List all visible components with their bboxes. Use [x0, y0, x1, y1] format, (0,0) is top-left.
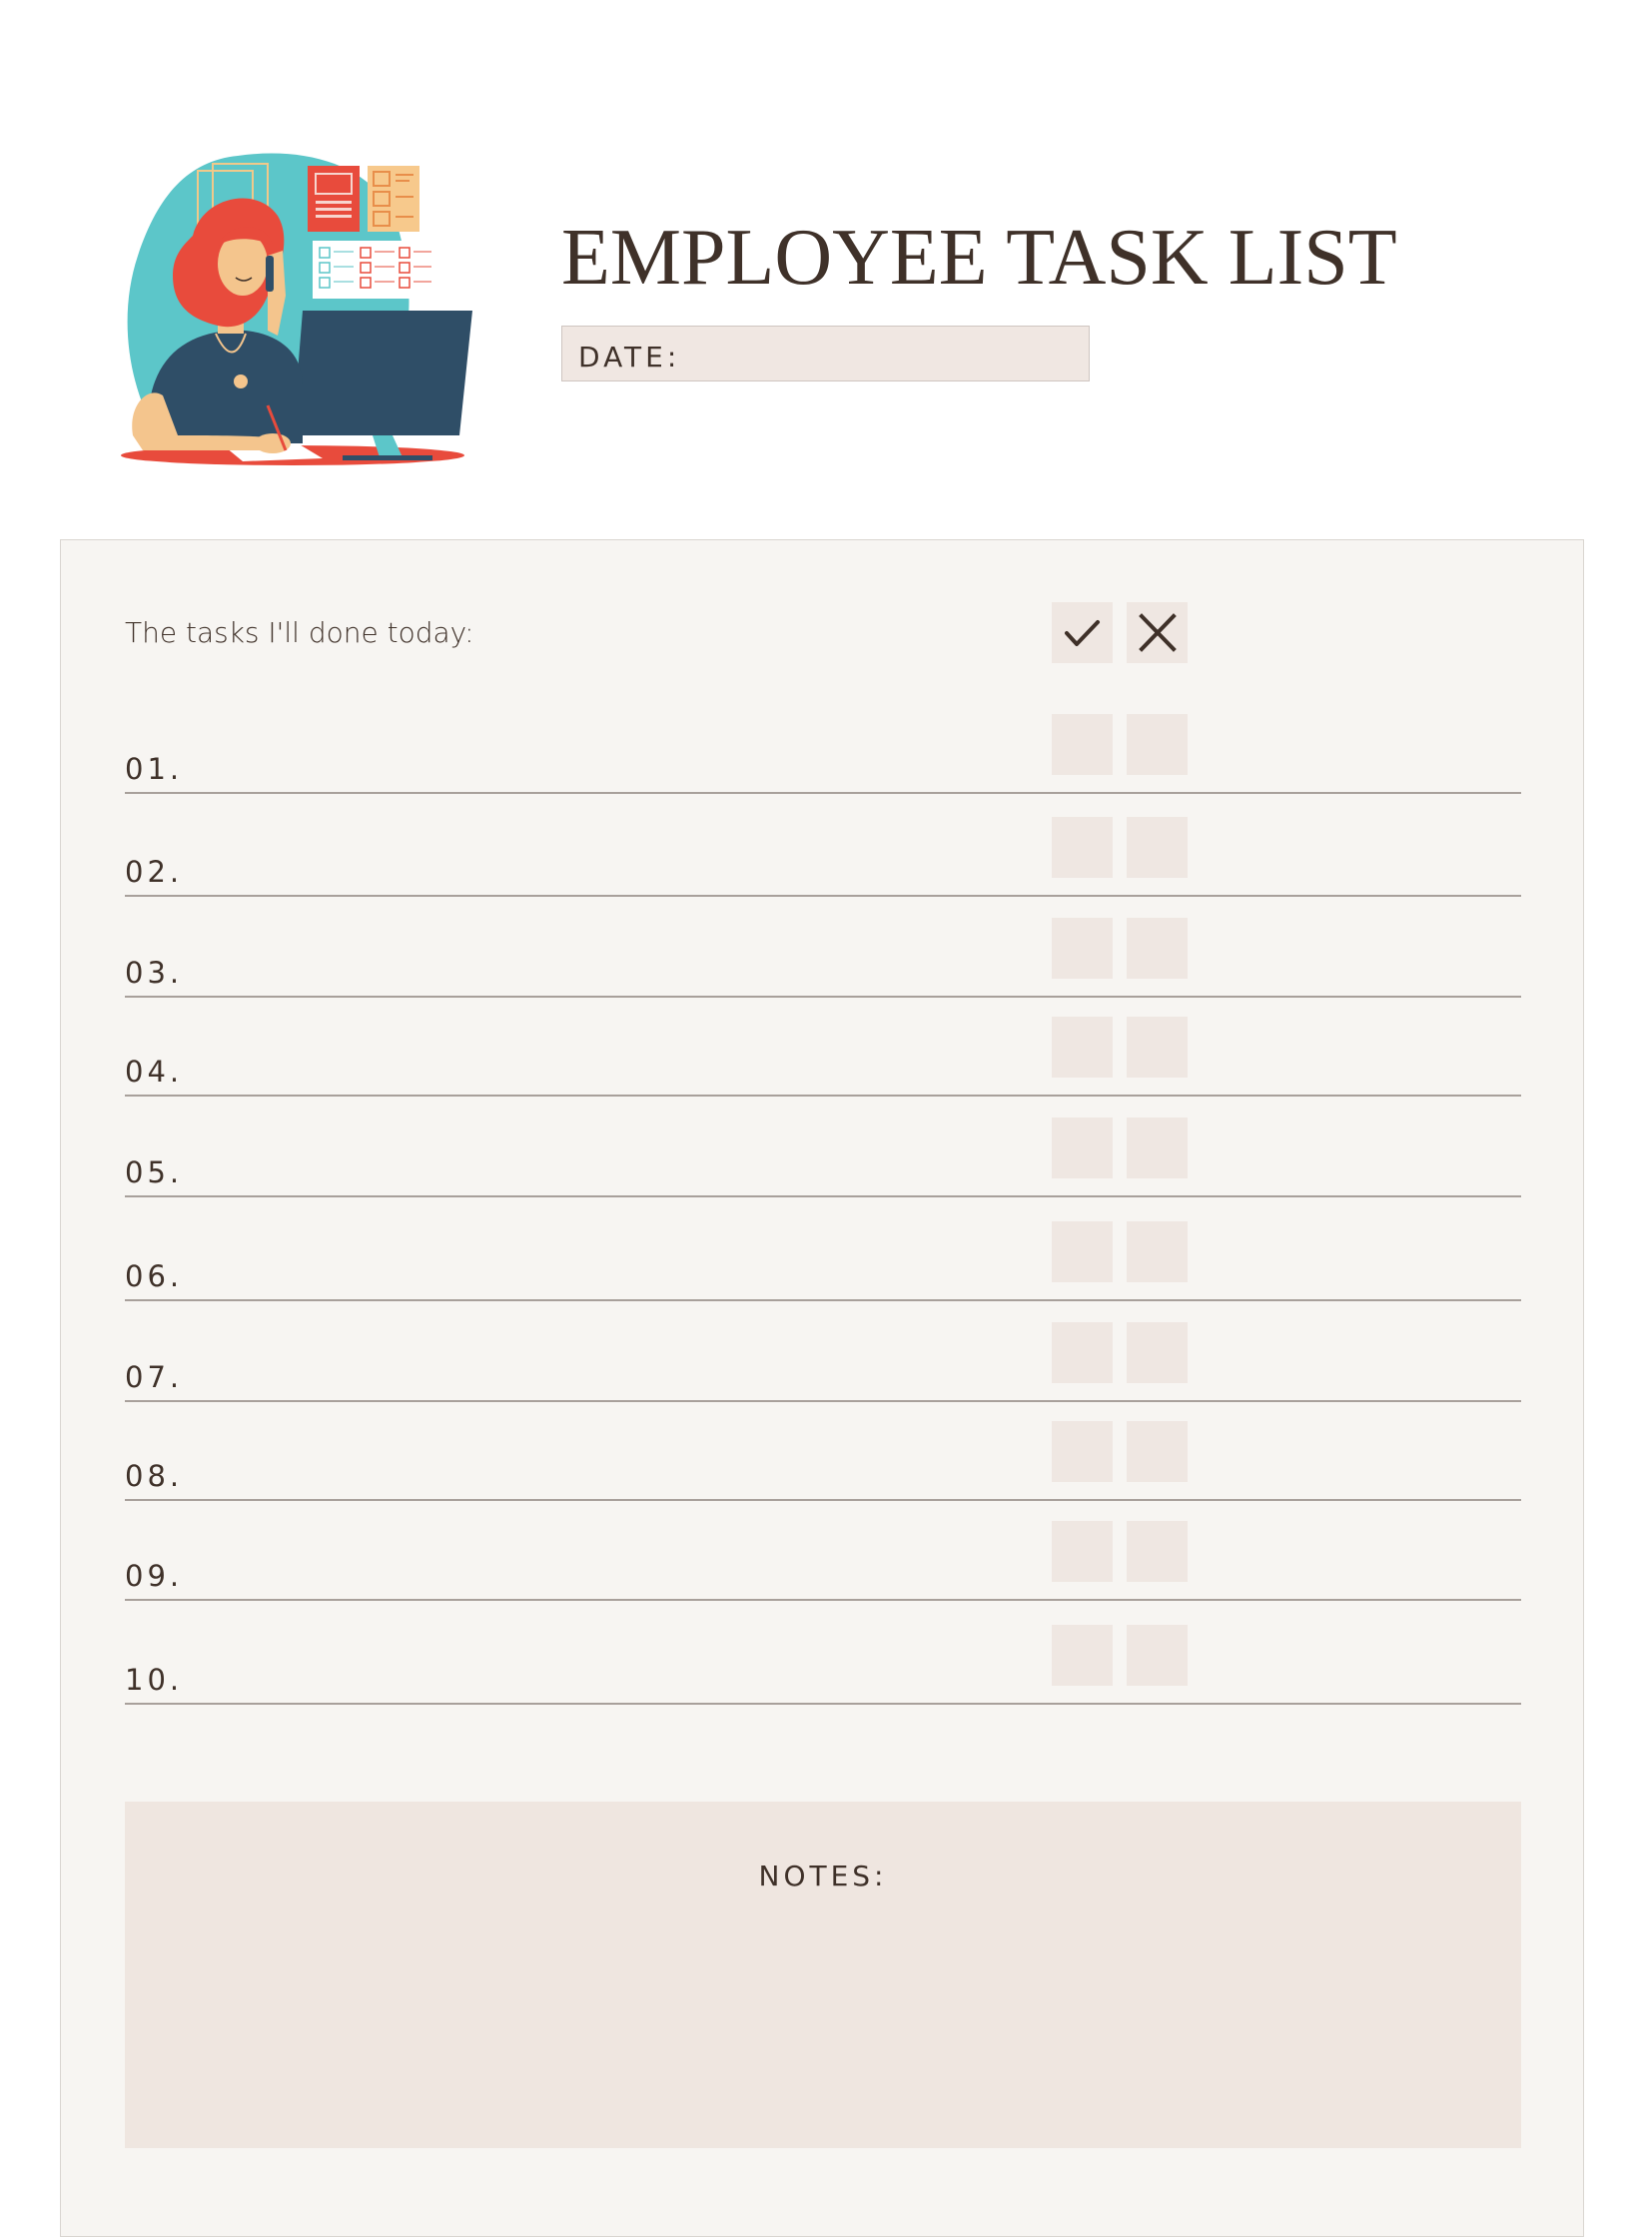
task-line[interactable] [125, 1400, 1521, 1402]
task-line[interactable] [125, 1703, 1521, 1705]
not-done-checkbox[interactable] [1127, 1118, 1188, 1178]
task-line[interactable] [125, 1599, 1521, 1601]
date-field[interactable]: DATE: [561, 326, 1090, 381]
task-row: 03. [125, 918, 1521, 998]
not-done-checkbox[interactable] [1127, 1221, 1188, 1282]
task-number: 08. [125, 1459, 184, 1493]
done-checkbox[interactable] [1052, 1118, 1113, 1178]
not-done-column-header [1127, 602, 1188, 663]
not-done-checkbox[interactable] [1127, 817, 1188, 878]
task-number: 07. [125, 1360, 184, 1394]
task-row: 08. [125, 1421, 1521, 1501]
task-list-panel: The tasks I'll done today: 01. 02. 03. 0… [60, 539, 1584, 2237]
task-line[interactable] [125, 792, 1521, 794]
not-done-checkbox[interactable] [1127, 714, 1188, 775]
task-row: 10. [125, 1625, 1521, 1705]
not-done-checkbox[interactable] [1127, 1017, 1188, 1078]
done-checkbox[interactable] [1052, 714, 1113, 775]
done-checkbox[interactable] [1052, 918, 1113, 979]
task-line[interactable] [125, 1095, 1521, 1097]
task-line[interactable] [125, 1299, 1521, 1301]
done-checkbox[interactable] [1052, 1322, 1113, 1383]
task-row: 07. [125, 1322, 1521, 1402]
done-checkbox[interactable] [1052, 1625, 1113, 1686]
task-row: 09. [125, 1521, 1521, 1601]
notes-area[interactable]: NOTES: [125, 1802, 1521, 2148]
task-line[interactable] [125, 895, 1521, 897]
task-number: 10. [125, 1663, 184, 1697]
task-number: 04. [125, 1055, 184, 1089]
task-row: 06. [125, 1221, 1521, 1301]
task-number: 09. [125, 1559, 184, 1593]
x-icon [1139, 613, 1177, 652]
page-title: EMPLOYEE TASK LIST [561, 214, 1397, 302]
done-checkbox[interactable] [1052, 1421, 1113, 1482]
task-number: 02. [125, 855, 184, 889]
not-done-checkbox[interactable] [1127, 1421, 1188, 1482]
task-line[interactable] [125, 996, 1521, 998]
task-row: 04. [125, 1017, 1521, 1097]
done-checkbox[interactable] [1052, 1221, 1113, 1282]
done-checkbox[interactable] [1052, 817, 1113, 878]
task-row: 01. [125, 714, 1521, 794]
not-done-checkbox[interactable] [1127, 1521, 1188, 1582]
not-done-checkbox[interactable] [1127, 1625, 1188, 1686]
intro-text: The tasks I'll done today: [125, 616, 474, 649]
task-line[interactable] [125, 1195, 1521, 1197]
task-line[interactable] [125, 1499, 1521, 1501]
not-done-checkbox[interactable] [1127, 1322, 1188, 1383]
task-number: 05. [125, 1155, 184, 1189]
check-icon [1065, 620, 1100, 646]
task-row: 05. [125, 1118, 1521, 1197]
done-column-header [1052, 602, 1113, 663]
done-checkbox[interactable] [1052, 1521, 1113, 1582]
task-row: 02. [125, 817, 1521, 897]
task-number: 03. [125, 956, 184, 990]
task-number: 06. [125, 1259, 184, 1293]
notes-label: NOTES: [758, 1860, 888, 1892]
not-done-checkbox[interactable] [1127, 918, 1188, 979]
task-number: 01. [125, 752, 184, 786]
employee-illustration [121, 153, 472, 465]
date-label: DATE: [578, 341, 681, 373]
done-checkbox[interactable] [1052, 1017, 1113, 1078]
